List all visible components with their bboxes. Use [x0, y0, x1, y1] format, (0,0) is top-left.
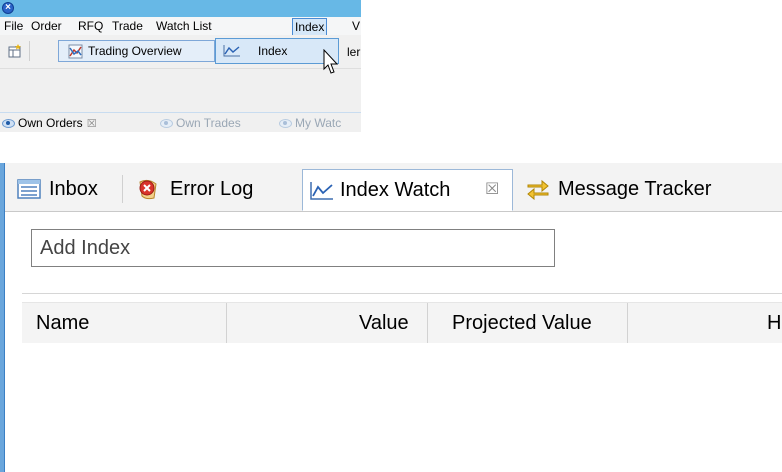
- eye-icon: [160, 119, 173, 129]
- column-separator[interactable]: [427, 303, 428, 343]
- tab-inbox[interactable]: Inbox: [15, 169, 143, 209]
- column-separator[interactable]: [226, 303, 227, 343]
- trading-overview-button[interactable]: Trading Overview: [58, 40, 215, 62]
- tab-separator: [122, 175, 123, 203]
- mouse-cursor-icon: [323, 49, 339, 74]
- title-bar: ×: [0, 0, 361, 17]
- column-header-projected-value[interactable]: Projected Value: [452, 303, 592, 343]
- eye-icon: [279, 119, 292, 129]
- message-tracker-icon: [527, 179, 549, 200]
- toolbar-cutoff-label[interactable]: ler: [347, 45, 360, 59]
- tab-my-watch[interactable]: My Watc: [279, 113, 341, 132]
- tab-message-tracker-label: Message Tracker: [558, 178, 712, 200]
- menu-rfq[interactable]: RFQ: [78, 17, 103, 35]
- grid-divider: [22, 293, 782, 294]
- menu-index[interactable]: Index: [292, 18, 328, 36]
- tab-inbox-label: Inbox: [49, 178, 98, 200]
- line-chart-icon: [223, 45, 240, 57]
- menu-watch-list[interactable]: Watch List: [156, 17, 212, 35]
- menu-view-cutoff[interactable]: V: [352, 17, 360, 35]
- tab-own-trades[interactable]: Own Trades: [160, 113, 241, 132]
- add-index-input[interactable]: [31, 229, 555, 267]
- close-icon[interactable]: ☒: [87, 118, 97, 130]
- column-header-h[interactable]: H: [767, 303, 781, 343]
- tab-own-orders-label: Own Orders: [18, 116, 83, 130]
- tab-own-orders[interactable]: Own Orders ☒: [2, 113, 97, 132]
- menu-order[interactable]: Order: [31, 17, 62, 35]
- menu-file[interactable]: File: [4, 17, 23, 35]
- toolbar-separator: [29, 41, 30, 61]
- eye-icon: [2, 119, 15, 129]
- tab-index-watch-label: Index Watch: [340, 179, 451, 201]
- trading-overview-label: Trading Overview: [88, 44, 182, 58]
- tab-error-log[interactable]: Error Log: [136, 169, 301, 209]
- toolbar: Trading Overview Index ler: [0, 35, 361, 74]
- column-separator[interactable]: [627, 303, 628, 343]
- tab-index-watch[interactable]: Index Watch ☒: [302, 169, 513, 211]
- close-icon[interactable]: ☒: [485, 170, 499, 210]
- app-icon: ×: [2, 2, 14, 14]
- column-header-value[interactable]: Value: [359, 303, 409, 343]
- trading-overview-icon: [68, 44, 83, 59]
- line-chart-icon: [310, 182, 333, 200]
- tab-message-tracker[interactable]: Message Tracker: [521, 169, 782, 209]
- index-grid-header: Name Value Projected Value H: [22, 302, 782, 344]
- tab-own-trades-label: Own Trades: [176, 116, 241, 130]
- index-button[interactable]: Index: [215, 38, 339, 64]
- tab-my-watch-label: My Watc: [295, 116, 342, 130]
- app-window-fragment: × File Order RFQ Trade Watch List Index …: [0, 0, 361, 132]
- column-header-name[interactable]: Name: [36, 303, 89, 343]
- index-grid-body: [22, 343, 782, 472]
- tab-error-log-label: Error Log: [170, 178, 254, 200]
- index-watch-panel: Inbox Error Log Index Watch ☒ Message Tr…: [0, 163, 782, 472]
- index-button-label: Index: [258, 44, 288, 58]
- inbox-icon: [17, 179, 41, 199]
- new-window-icon[interactable]: [8, 44, 22, 58]
- view-tab-strip: Own Orders ☒ Own Trades My Watc: [0, 112, 361, 132]
- menu-trade[interactable]: Trade: [112, 17, 143, 35]
- panel-tab-bar: Inbox Error Log Index Watch ☒ Message Tr…: [5, 163, 782, 212]
- error-log-icon: [139, 179, 157, 200]
- menu-bar: File Order RFQ Trade Watch List Index V: [0, 17, 361, 36]
